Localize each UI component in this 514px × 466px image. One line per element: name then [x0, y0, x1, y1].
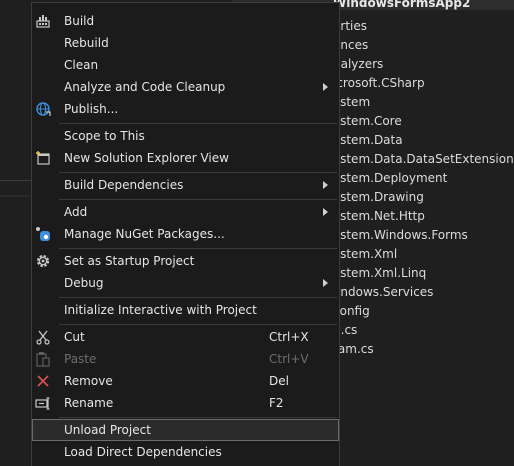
- rename-icon: [35, 395, 51, 411]
- context-menu: Build Rebuild Clean Analyze and Code Cle…: [31, 2, 340, 466]
- menu-label: Build: [64, 14, 95, 28]
- menu-label: Remove: [64, 374, 113, 388]
- gear-icon: [35, 253, 51, 269]
- menu-item-paste[interactable]: Paste Ctrl+V: [32, 348, 339, 370]
- menu-label: New Solution Explorer View: [64, 151, 229, 165]
- menu-separator: [59, 324, 337, 325]
- new-view-icon: [35, 150, 51, 166]
- menu-separator: [59, 199, 337, 200]
- close-icon: [35, 373, 51, 389]
- menu-separator: [59, 248, 337, 249]
- menu-label: Rename: [64, 396, 114, 410]
- menu-item-debug[interactable]: Debug: [32, 272, 339, 294]
- menu-item-build-dependencies[interactable]: Build Dependencies: [32, 174, 339, 196]
- menu-item-rebuild[interactable]: Rebuild: [32, 32, 339, 54]
- menu-item-unload-project[interactable]: Unload Project: [32, 419, 339, 441]
- shortcut-text: F2: [269, 396, 284, 410]
- tree-item[interactable]: ystem.Xml: [333, 245, 397, 264]
- shortcut-text: Ctrl+X: [269, 330, 309, 344]
- tree-item[interactable]: ystem.Deployment: [333, 169, 447, 188]
- menu-item-remove[interactable]: Remove Del: [32, 370, 339, 392]
- globe-icon: [35, 101, 51, 117]
- tree-item[interactable]: ystem.Windows.Forms: [333, 226, 468, 245]
- menu-label: Add: [64, 205, 88, 219]
- menu-item-rename[interactable]: Rename F2: [32, 392, 339, 414]
- menu-item-analyze[interactable]: Analyze and Code Cleanup: [32, 76, 339, 98]
- menu-item-scope-to-this[interactable]: Scope to This: [32, 125, 339, 147]
- menu-label: Debug: [64, 276, 104, 290]
- menu-label: Load Direct Dependencies: [64, 445, 222, 459]
- menu-item-cut[interactable]: Cut Ctrl+X: [32, 326, 339, 348]
- menu-separator: [59, 172, 337, 173]
- submenu-arrow-icon: [323, 208, 328, 216]
- menu-label: Build Dependencies: [64, 178, 184, 192]
- menu-label: Analyze and Code Cleanup: [64, 80, 226, 94]
- tree-item[interactable]: ystem.Data: [333, 131, 403, 150]
- tree-item[interactable]: ystem.Data.DataSetExtensions: [333, 150, 514, 169]
- menu-item-initialize-interactive[interactable]: Initialize Interactive with Project: [32, 299, 339, 321]
- clipboard-icon: [35, 351, 51, 367]
- tree-item[interactable]: ystem.Core: [333, 112, 402, 131]
- submenu-arrow-icon: [323, 181, 328, 189]
- menu-label: Cut: [64, 330, 85, 344]
- tree-item[interactable]: ystem.Xml.Linq: [333, 264, 426, 283]
- shortcut-text: Ctrl+V: [269, 352, 309, 366]
- menu-separator: [59, 123, 337, 124]
- build-icon: [35, 13, 51, 29]
- tree-item[interactable]: /indows.Services: [333, 283, 433, 302]
- menu-label: Manage NuGet Packages...: [64, 227, 225, 241]
- menu-label: Scope to This: [64, 129, 145, 143]
- menu-item-manage-nuget[interactable]: Manage NuGet Packages...: [32, 223, 339, 245]
- tree-item[interactable]: ystem.Drawing: [333, 188, 424, 207]
- menu-item-clean[interactable]: Clean: [32, 54, 339, 76]
- shortcut-text: Del: [269, 374, 289, 388]
- menu-label: Clean: [64, 58, 99, 72]
- nuget-icon: [35, 226, 51, 242]
- tree-item-analyzers[interactable]: nalyzers: [333, 55, 383, 74]
- menu-item-build[interactable]: Build: [32, 10, 339, 32]
- tree-item[interactable]: ystem.Net.Http: [333, 207, 425, 226]
- submenu-arrow-icon: [323, 279, 328, 287]
- menu-separator: [59, 297, 337, 298]
- scissors-icon: [35, 329, 51, 345]
- menu-label: Publish...: [64, 102, 119, 116]
- menu-item-publish[interactable]: Publish...: [32, 98, 339, 120]
- menu-item-add[interactable]: Add: [32, 201, 339, 223]
- menu-item-new-solution-explorer-view[interactable]: New Solution Explorer View: [32, 147, 339, 169]
- menu-label: Initialize Interactive with Project: [64, 303, 257, 317]
- menu-item-load-direct-dependencies[interactable]: Load Direct Dependencies: [32, 441, 339, 463]
- submenu-arrow-icon: [323, 83, 328, 91]
- menu-label: Paste: [64, 352, 97, 366]
- menu-label: Rebuild: [64, 36, 109, 50]
- menu-separator: [59, 417, 337, 418]
- menu-item-set-startup[interactable]: Set as Startup Project: [32, 250, 339, 272]
- menu-label: Unload Project: [64, 423, 151, 437]
- tree-item[interactable]: icrosoft.CSharp: [333, 74, 425, 93]
- menu-label: Set as Startup Project: [64, 254, 195, 268]
